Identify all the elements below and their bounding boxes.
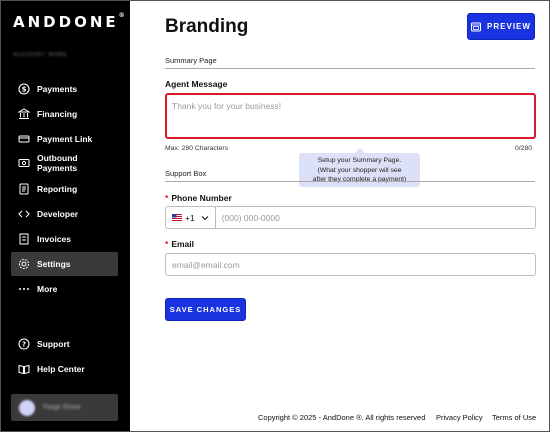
required-marker: * <box>165 239 169 249</box>
sidebar-item-more[interactable]: More <box>11 277 118 301</box>
more-dots-icon <box>18 283 30 295</box>
tooltip-line: (What your shopper will see <box>317 166 402 174</box>
privacy-policy-link[interactable]: Privacy Policy <box>436 413 483 422</box>
sidebar-item-developer[interactable]: Developer <box>11 202 118 226</box>
invoice-icon <box>18 233 30 245</box>
email-placeholder: email@email.com <box>172 259 240 270</box>
dollar-circle-icon: $ <box>18 83 30 95</box>
terms-of-use-link[interactable]: Terms of Use <box>492 413 536 422</box>
phone-number-label: * Phone Number <box>165 193 232 203</box>
sidebar-item-invoices[interactable]: Invoices <box>11 227 118 251</box>
sidebar-item-support[interactable]: ? Support <box>11 332 118 356</box>
sidebar-item-label: Payment Link <box>37 134 93 144</box>
report-icon <box>18 183 30 195</box>
preview-icon <box>471 22 482 32</box>
email-label-text: Email <box>171 239 194 249</box>
tooltip-line: Setup your Summary Page. <box>317 157 402 164</box>
section-divider <box>165 68 535 69</box>
sidebar-item-label: Financing <box>37 109 78 119</box>
sidebar-item-reporting[interactable]: Reporting <box>11 177 118 201</box>
sidebar-item-label: Reporting <box>37 184 78 194</box>
save-changes-button[interactable]: SAVE CHANGES <box>165 298 246 321</box>
user-name: Paige Roxie <box>43 404 81 411</box>
sidebar-item-label: Settings <box>37 259 71 269</box>
page-title: Branding <box>165 16 249 37</box>
phone-placeholder: (000) 000-0000 <box>221 212 280 223</box>
sidebar-item-label: Invoices <box>37 234 72 244</box>
phone-number-field[interactable]: +1 (000) 000-0000 <box>165 206 536 229</box>
chevron-down-icon <box>201 214 209 222</box>
sidebar-item-label: Outbound Payments <box>37 153 78 173</box>
bank-icon <box>18 108 30 120</box>
preview-button[interactable]: PREVIEW <box>467 13 535 40</box>
gear-icon <box>18 258 30 270</box>
svg-text:$: $ <box>22 86 27 94</box>
sidebar-item-outbound-payments[interactable]: Outbound Payments <box>11 151 118 175</box>
footer-copyright: Copyright © 2025 - AndDone ®. All rights… <box>258 413 426 422</box>
sidebar-item-payments[interactable]: $ Payments <box>11 77 118 101</box>
link-icon <box>18 133 30 145</box>
support-box-section-label: Support Box <box>165 169 207 178</box>
book-icon <box>18 363 30 375</box>
sidebar-item-label: Support <box>37 339 70 349</box>
sidebar-item-help-center[interactable]: Help Center <box>11 357 118 381</box>
sidebar-item-label: Help Center <box>37 364 85 374</box>
user-menu[interactable]: Paige Roxie <box>11 394 118 421</box>
preview-label: PREVIEW <box>487 22 531 31</box>
account-name[interactable]: ACCOUNT NAME <box>13 52 68 58</box>
email-label: * Email <box>165 239 194 249</box>
help-circle-icon: ? <box>18 338 30 350</box>
agent-message-label: Agent Message <box>165 79 228 89</box>
agent-message-textarea[interactable]: Thank you for your business! <box>165 93 536 139</box>
section-divider <box>165 181 535 182</box>
tooltip-line: after they complete a payment) <box>312 176 407 183</box>
sidebar-item-payment-link[interactable]: Payment Link <box>11 127 118 151</box>
sidebar-item-settings[interactable]: Settings <box>11 252 118 276</box>
outbound-icon <box>18 157 30 169</box>
summary-page-section-label: Summary Page <box>165 56 217 65</box>
character-count: 0/280 <box>515 145 533 152</box>
avatar <box>19 399 35 416</box>
max-characters-hint: Max: 280 Characters <box>165 145 229 152</box>
required-marker: * <box>165 193 169 203</box>
sidebar-item-label: Payments <box>37 84 78 94</box>
email-field[interactable]: email@email.com <box>165 253 536 276</box>
phone-label-text: Phone Number <box>171 193 232 203</box>
us-flag-icon <box>172 214 182 221</box>
country-code-select[interactable]: +1 <box>172 207 216 228</box>
logo: ANDDONE® <box>13 12 125 31</box>
sidebar-item-financing[interactable]: Financing <box>11 102 118 126</box>
sidebar-item-label: Developer <box>37 209 79 219</box>
code-icon <box>18 208 30 220</box>
sidebar-item-label: More <box>37 284 58 294</box>
svg-text:?: ? <box>22 341 26 349</box>
country-code: +1 <box>185 212 195 223</box>
